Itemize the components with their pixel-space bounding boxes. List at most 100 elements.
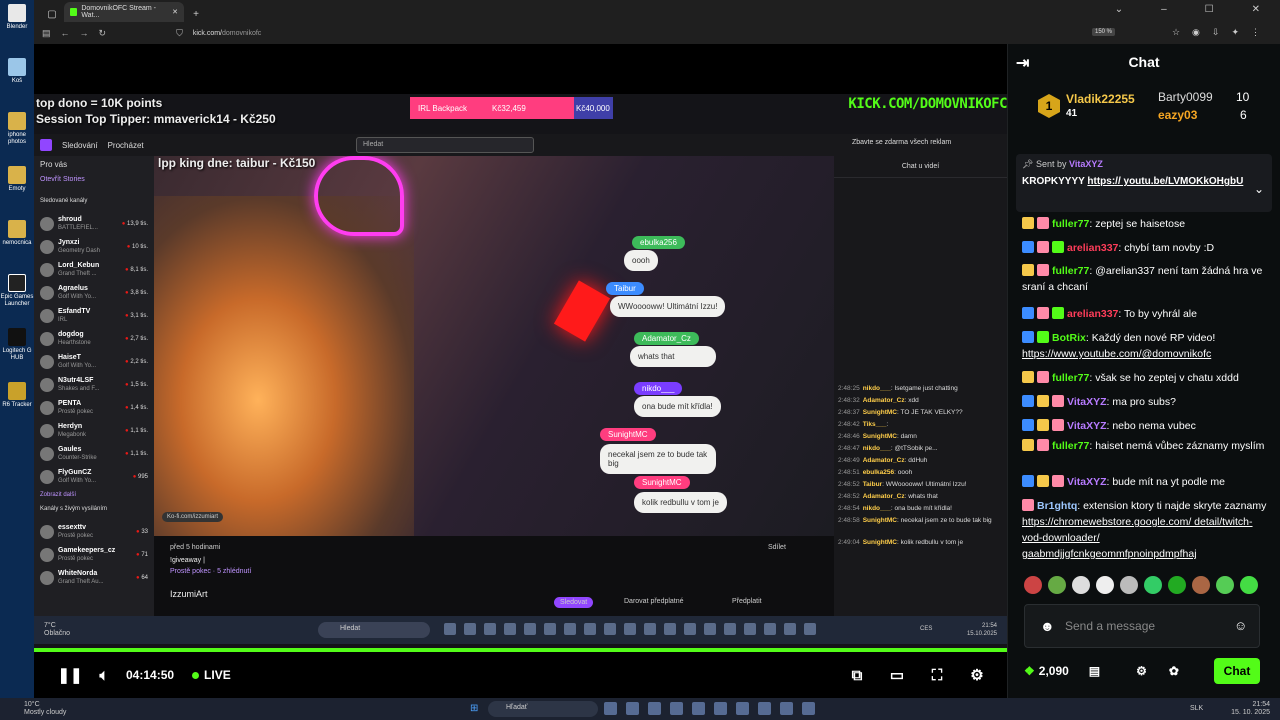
taskbar-search[interactable]: Hľadať <box>488 701 598 717</box>
store-icon[interactable]: ▤ <box>1089 664 1100 678</box>
chat-link[interactable]: https://chromewebstore.google.com/ detai… <box>1022 516 1253 560</box>
video-stage[interactable]: top dono = 10K points Session Top Tipper… <box>34 44 1007 648</box>
desktop-icon-r6-tracker[interactable]: R6 Tracker <box>0 378 34 432</box>
chat-username[interactable]: arelian337 <box>1067 242 1118 254</box>
chat-username[interactable]: Br1ghtq <box>1037 500 1077 512</box>
emote-icon[interactable] <box>1120 576 1138 594</box>
zoom-badge[interactable]: 150 % <box>1092 28 1116 36</box>
app-icon[interactable] <box>604 702 617 715</box>
desktop-icon-logitech[interactable]: Logitech G HUB <box>0 324 34 378</box>
settings-gear-icon[interactable]: ⚙ <box>965 663 989 687</box>
chat-username[interactable]: VitaXYZ <box>1067 476 1107 488</box>
back-icon[interactable]: ← <box>61 28 70 38</box>
emote-icon[interactable] <box>1240 576 1258 594</box>
app-icon[interactable] <box>648 702 661 715</box>
chat-settings-icon[interactable]: ⚙ <box>1136 664 1147 678</box>
forward-icon[interactable]: → <box>80 28 89 38</box>
chat-username[interactable]: arelian337 <box>1067 308 1118 320</box>
chat-username[interactable]: VitaXYZ <box>1067 420 1107 432</box>
desktop-icon-blender[interactable]: Blender <box>0 0 34 54</box>
followed-channel[interactable]: PENTAProstě pokec 1,4 tis. <box>40 396 148 419</box>
emote-icon[interactable] <box>1048 576 1066 594</box>
chat-username[interactable]: fuller77 <box>1052 218 1089 230</box>
followed-channel[interactable]: EsfandTVIRL 3,1 tis. <box>40 304 148 327</box>
live-channel[interactable]: WhiteNordaGrand Theft Au... 64 <box>40 566 148 589</box>
reload-icon[interactable]: ↻ <box>99 28 107 39</box>
emoji-icon[interactable]: ☺ <box>1234 618 1247 633</box>
leader-1-name[interactable]: Vladik22255 <box>1066 92 1135 106</box>
followed-channel[interactable]: HerdynMegabonk 1,1 tis. <box>40 419 148 442</box>
theater-mode-icon[interactable]: ▭ <box>885 663 909 687</box>
clip-icon[interactable]: ⧉ <box>845 663 869 687</box>
followed-channel[interactable]: N3utr4LSFShakes and F... 1,5 tis. <box>40 373 148 396</box>
followed-channel[interactable]: GaulesCounter-Strike 1,1 tis. <box>40 442 148 465</box>
emote-icon[interactable] <box>1096 576 1114 594</box>
message-input[interactable]: Send a message <box>1024 604 1260 648</box>
tab-actions-icon[interactable]: ▢ <box>44 6 60 22</box>
app-icon[interactable] <box>714 702 727 715</box>
desktop-icon-epic-games[interactable]: Epic Games Launcher <box>0 270 34 324</box>
chat-username[interactable]: fuller77 <box>1052 265 1089 277</box>
emote-icon[interactable] <box>1192 576 1210 594</box>
followed-channel[interactable]: Lord_KebunGrand Theft ... 8,1 tis. <box>40 258 148 281</box>
desktop-icon-iphone-photos[interactable]: iphone photos <box>0 108 34 162</box>
leader-2-name[interactable]: Barty0099 <box>1158 90 1213 104</box>
send-chat-button[interactable]: Chat <box>1214 658 1260 684</box>
browser-tab[interactable]: DomovnikOFC Stream - Wat... ✕ <box>64 2 184 22</box>
url-field[interactable]: kick.com/domovnikofc <box>193 30 261 37</box>
start-icon[interactable]: ⊞ <box>470 703 478 714</box>
app-icon[interactable] <box>736 702 749 715</box>
puzzle-icon[interactable]: ✦ <box>1231 27 1239 38</box>
followed-channel[interactable]: AgraelusGolf With Yo... 3,8 tis. <box>40 281 148 304</box>
app-icon[interactable] <box>758 702 771 715</box>
app-icon[interactable] <box>780 702 793 715</box>
tab-list-icon[interactable]: ⌄ <box>1115 4 1123 15</box>
menu-icon[interactable]: ⋮ <box>1251 27 1260 38</box>
leader-3-name[interactable]: eazy03 <box>1158 108 1197 122</box>
weather-widget[interactable]: 10°C Mostly cloudy <box>24 701 66 717</box>
downloads-icon[interactable]: ⇩ <box>1212 27 1220 38</box>
chat-username[interactable]: fuller77 <box>1052 440 1089 452</box>
desktop-icon-emoty[interactable]: Emoty <box>0 162 34 216</box>
maximize-icon[interactable]: ☐ <box>1205 4 1214 15</box>
emote-icon[interactable] <box>1072 576 1090 594</box>
os-clock[interactable]: 21:54 15. 10. 2025 <box>1231 701 1270 717</box>
app-icon[interactable] <box>802 702 815 715</box>
desktop-icon-recycle-bin[interactable]: Koš <box>0 54 34 108</box>
shield-icon[interactable]: ⛉ <box>176 28 183 39</box>
bookmark-star-icon[interactable]: ☆ <box>1172 27 1180 38</box>
tab-close-icon[interactable]: ✕ <box>172 8 178 16</box>
chat-username[interactable]: BotRix <box>1052 332 1086 344</box>
live-channel[interactable]: Gamekeepers_czProstě pokec 71 <box>40 543 148 566</box>
pause-icon[interactable]: ❚❚ <box>57 663 82 687</box>
followed-channel[interactable]: dogdogHearthstone 2,7 tis. <box>40 327 148 350</box>
collapse-chat-icon[interactable]: ⇥ <box>1016 53 1029 73</box>
emote-icon[interactable] <box>1024 576 1042 594</box>
emote-icon[interactable] <box>1144 576 1162 594</box>
followed-channel[interactable]: JynxziGeometry Dash 10 tis. <box>40 235 148 258</box>
app-icon[interactable] <box>670 702 683 715</box>
points-icon[interactable]: ❖ <box>1024 664 1035 678</box>
live-channel[interactable]: essexttvProstě pokec 33 <box>40 520 148 543</box>
volume-icon[interactable]: 🔈︎ <box>92 663 116 687</box>
emote-icon[interactable] <box>1216 576 1234 594</box>
chat-link[interactable]: https://www.youtube.com/@domovnikofc <box>1022 348 1211 360</box>
minimize-icon[interactable]: – <box>1161 4 1167 15</box>
close-window-icon[interactable]: ✕ <box>1252 4 1260 15</box>
fullscreen-icon[interactable]: ⛶ <box>925 663 949 687</box>
app-icon[interactable] <box>626 702 639 715</box>
followed-channel[interactable]: HaiseTGolf With Yo... 2,2 tis. <box>40 350 148 373</box>
pinned-link[interactable]: https:// youtu.be/LVMOKkOHgbU <box>1087 176 1243 187</box>
emote-picker-icon[interactable]: ☻ <box>1040 618 1055 634</box>
extension-icon[interactable]: ◉ <box>1192 27 1200 38</box>
pinned-user[interactable]: VitaXYZ <box>1069 159 1103 169</box>
emote-icon[interactable] <box>1168 576 1186 594</box>
followed-channel[interactable]: shroudBATTLEFIEL... 13,9 tis. <box>40 212 148 235</box>
chat-username[interactable]: VitaXYZ <box>1067 396 1107 408</box>
desktop-icon-nemocnica[interactable]: nemocnica <box>0 216 34 270</box>
gift-icon[interactable]: ✿ <box>1169 664 1179 678</box>
chevron-down-icon[interactable]: ⌄ <box>1254 182 1264 196</box>
new-tab-icon[interactable]: + <box>188 6 204 22</box>
sidebar-toggle-icon[interactable]: ▤ <box>42 28 51 39</box>
app-icon[interactable] <box>692 702 705 715</box>
